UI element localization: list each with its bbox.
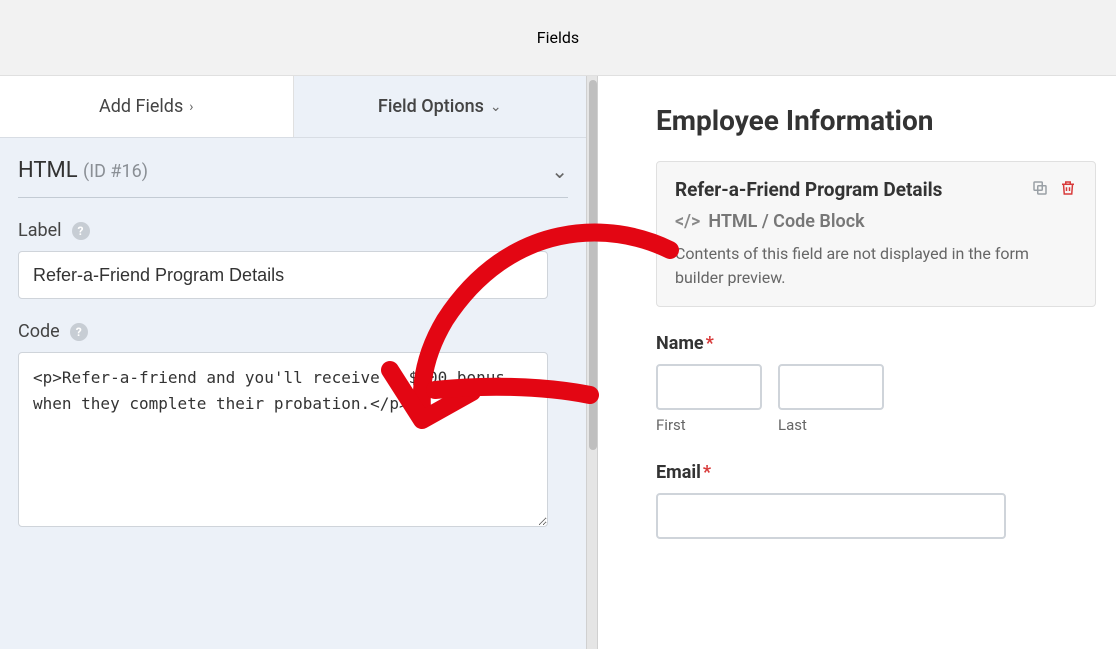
code-field-group: Code ? <p>Refer-a-friend and you'll rece…: [18, 321, 568, 531]
tab-options-label: Field Options: [378, 96, 484, 117]
label-input[interactable]: [18, 251, 548, 299]
name-field: Name* First Last: [656, 333, 1096, 434]
panel-divider[interactable]: [586, 76, 598, 649]
code-text: Code: [18, 321, 60, 342]
block-title: Refer-a-Friend Program Details: [675, 178, 942, 201]
last-name-input[interactable]: [778, 364, 884, 410]
code-field-label: Code ?: [18, 321, 568, 342]
form-title: Employee Information: [656, 104, 1096, 137]
tab-field-options[interactable]: Field Options ⌄: [294, 76, 587, 137]
name-label: Name*: [656, 333, 1096, 354]
code-icon: </>: [675, 211, 700, 232]
block-type: </> HTML / Code Block: [675, 211, 1077, 232]
first-name-group: First: [656, 364, 762, 434]
field-type: HTML: [18, 158, 78, 183]
name-text: Name: [656, 333, 704, 354]
email-text: Email: [656, 462, 701, 483]
left-panel: Add Fields › Field Options ⌄ HTML (ID #1…: [0, 76, 586, 649]
last-name-group: Last: [778, 364, 884, 434]
section-header[interactable]: HTML (ID #16) ⌄: [18, 158, 568, 198]
html-block[interactable]: Refer-a-Friend Program Details </> HTML …: [656, 161, 1096, 307]
first-name-input[interactable]: [656, 364, 762, 410]
block-header: Refer-a-Friend Program Details: [675, 178, 1077, 201]
first-label: First: [656, 416, 762, 434]
tab-add-fields[interactable]: Add Fields ›: [0, 76, 294, 137]
email-input[interactable]: [656, 493, 1006, 539]
header: Fields: [0, 0, 1116, 76]
label-field-group: Label ?: [18, 220, 568, 299]
required-asterisk: *: [703, 462, 711, 483]
required-asterisk: *: [706, 333, 714, 354]
scroll-thumb[interactable]: [589, 80, 597, 450]
field-id: (ID #16): [83, 161, 148, 182]
label-text: Label: [18, 220, 62, 241]
email-label: Email*: [656, 462, 1096, 483]
block-actions: [1031, 179, 1077, 201]
trash-icon[interactable]: [1059, 179, 1077, 201]
tabs: Add Fields › Field Options ⌄: [0, 76, 586, 138]
label-field-label: Label ?: [18, 220, 568, 241]
help-icon[interactable]: ?: [70, 323, 88, 341]
name-row: First Last: [656, 364, 1096, 434]
copy-icon[interactable]: [1031, 179, 1049, 201]
last-label: Last: [778, 416, 884, 434]
code-textarea[interactable]: <p>Refer-a-friend and you'll receive a $…: [18, 352, 548, 527]
chevron-down-icon: ⌄: [490, 99, 502, 115]
help-icon[interactable]: ?: [72, 222, 90, 240]
block-desc: Contents of this field are not displayed…: [675, 242, 1077, 290]
right-panel: Employee Information Refer-a-Friend Prog…: [598, 76, 1116, 649]
field-options-section: HTML (ID #16) ⌄ Label ? Code ? <p>Refer-…: [0, 138, 586, 553]
section-title: HTML (ID #16): [18, 158, 148, 183]
chevron-down-icon: ⌄: [551, 159, 568, 183]
chevron-right-icon: ›: [189, 99, 193, 115]
email-field: Email*: [656, 462, 1096, 539]
block-type-label: HTML / Code Block: [708, 211, 864, 232]
main: Add Fields › Field Options ⌄ HTML (ID #1…: [0, 76, 1116, 649]
page-title: Fields: [537, 28, 579, 47]
tab-add-label: Add Fields: [99, 96, 183, 117]
